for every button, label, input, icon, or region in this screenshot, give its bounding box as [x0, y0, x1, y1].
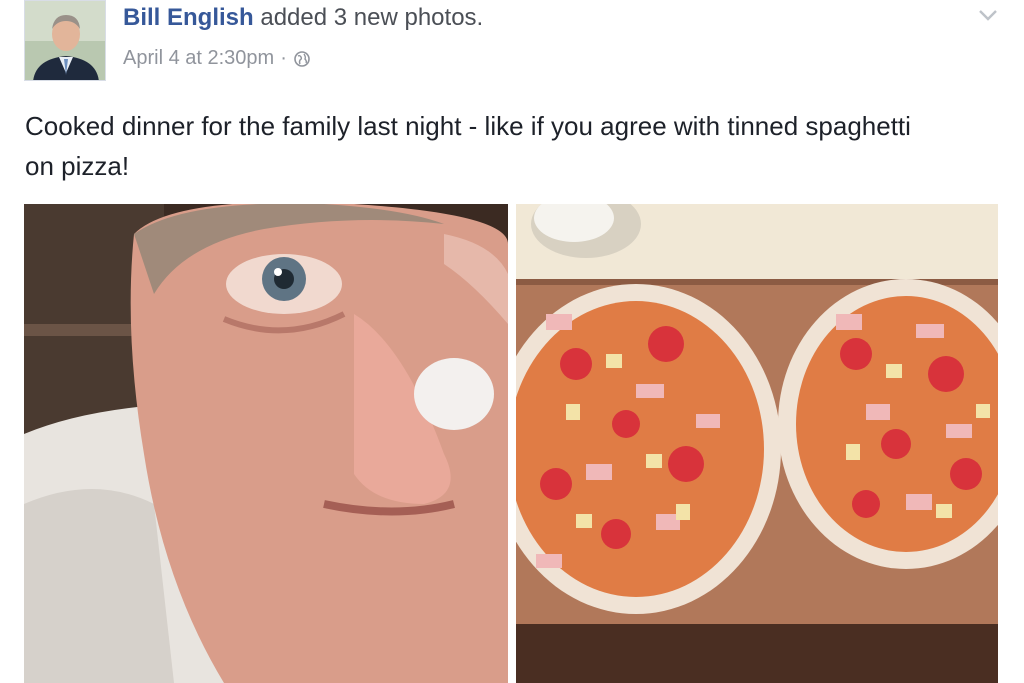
post-body-text: Cooked dinner for the family last night …	[25, 111, 911, 181]
post-action-text: added 3 new photos.	[260, 4, 484, 31]
chevron-down-icon[interactable]	[976, 6, 1000, 24]
pizza-photo[interactable]	[516, 204, 998, 683]
author-avatar[interactable]	[24, 0, 106, 81]
post-header: Bill English added 3 new photos.	[123, 4, 483, 32]
post-timestamp-link[interactable]: April 4 at 2:30pm	[123, 47, 274, 70]
globe-icon[interactable]	[293, 50, 311, 68]
post-meta: April 4 at 2:30pm ·	[123, 47, 311, 70]
selfie-photo[interactable]	[24, 204, 508, 683]
meta-separator: ·	[280, 47, 287, 69]
author-name-link[interactable]: Bill English	[123, 4, 254, 31]
